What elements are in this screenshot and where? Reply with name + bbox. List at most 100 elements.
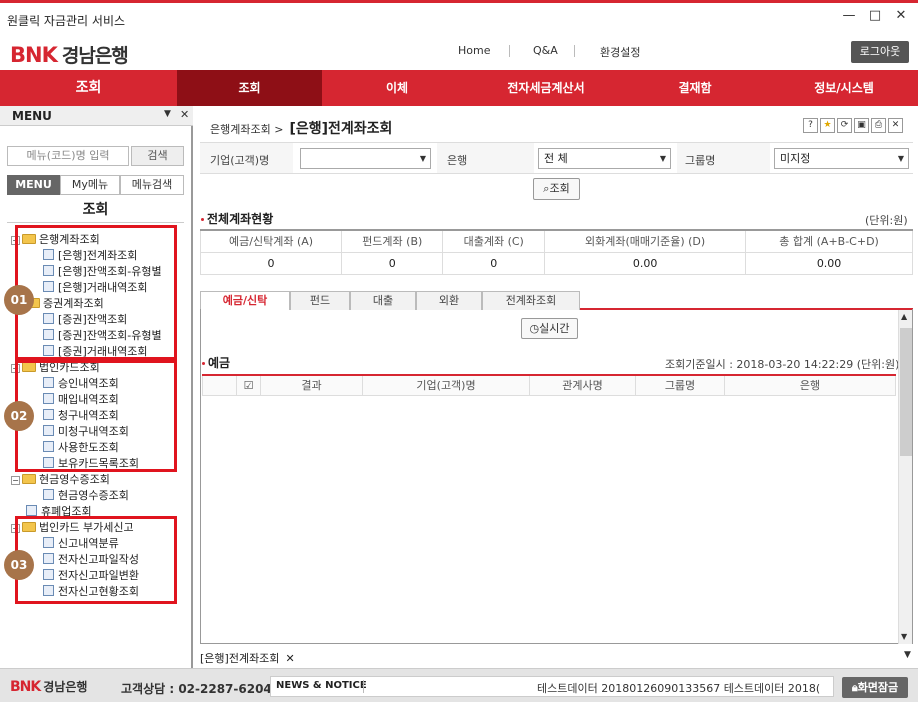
footer-logo: BNK 경남은행 [10, 678, 87, 695]
summary-value-deposit: 0 [199, 251, 343, 275]
home-link[interactable]: Home [458, 44, 490, 57]
breadcrumb: 은행계좌조회 > [은행]전계좌조회 [210, 118, 392, 138]
grid-header-row: ☑ 결과 기업(고객)명 관계사명 그룹명 은행 [202, 374, 896, 396]
divider [509, 45, 510, 57]
summary-col-fx: 외화계좌(매매기준율) (D) [544, 229, 747, 253]
close-button[interactable]: ✕ [890, 5, 912, 27]
document-icon [43, 489, 54, 500]
sidebar-header: MENU ▼ ✕ [0, 106, 193, 126]
tab-all-accounts[interactable]: 전계좌조회 [482, 291, 580, 310]
summary-col-fund: 펀드계좌 (B) [341, 229, 444, 253]
clock-icon: ◷ [529, 322, 540, 335]
grid-col-company: 기업(고객)명 [362, 374, 530, 396]
app-header: BNK 경남은행 Home Q&A 환경설정 로그아웃 [0, 34, 918, 70]
grid-col-group: 그룹명 [635, 374, 725, 396]
step-badge-01: 01 [4, 285, 34, 315]
deposit-title: 예금 [202, 354, 230, 371]
news-text[interactable]: 테스트데이터 20180126090133567 테스트데이터 2018( [537, 680, 831, 696]
nav-item-inquiry[interactable]: 조회 [177, 70, 322, 106]
tab-deposit-trust[interactable]: 예금/신탁 [200, 291, 290, 310]
news-ticker[interactable]: NEWS & NOTICE 테스트데이터 20180126090133567 테… [270, 676, 834, 697]
collapse-icon[interactable]: − [11, 476, 20, 485]
minimize-button[interactable]: — [838, 5, 860, 27]
scroll-thumb[interactable] [900, 328, 912, 456]
news-label: NEWS & NOTICE [276, 680, 367, 691]
main-nav: 조회 조회 이체 전자세금계산서 결재함 정보/시스템 [0, 70, 918, 106]
page-title: [은행]전계좌조회 [289, 121, 393, 137]
window-icon[interactable]: ▣ [854, 118, 869, 133]
summary-value-fund: 0 [341, 251, 444, 275]
qna-link[interactable]: Q&A [533, 44, 558, 57]
realtime-button[interactable]: ◷실시간 [521, 318, 578, 339]
open-page-tab-label: [은행]전계좌조회 [200, 652, 280, 665]
summary-col-deposit: 예금/신탁계좌 (A) [199, 229, 343, 253]
chevron-down-icon: ▼ [897, 154, 904, 163]
menu-search-button[interactable]: 검색 [131, 146, 184, 166]
brand-logo[interactable]: BNK 경남은행 [10, 41, 129, 68]
summary-value-total: 0.00 [745, 251, 913, 275]
menu-search-input[interactable]: 메뉴(코드)명 입력 [7, 146, 129, 166]
deposit-grid: ☑ 결과 기업(고객)명 관계사명 그룹명 은행 [202, 374, 896, 396]
company-select[interactable]: ▼ [300, 148, 431, 169]
maximize-button[interactable]: □ [864, 5, 886, 27]
tab-list-dropdown-icon[interactable]: ▼ [904, 650, 911, 660]
scroll-down-icon[interactable]: ▼ [901, 632, 907, 641]
dropdown-icon[interactable]: ▼ [164, 109, 171, 119]
tab-menu-search[interactable]: 메뉴검색 [120, 175, 184, 195]
tree-folder[interactable]: − 현금영수증조회 [11, 471, 110, 487]
divider [574, 45, 575, 57]
grid-col-affiliate: 관계사명 [529, 374, 636, 396]
chevron-down-icon: ▼ [419, 154, 426, 163]
close-page-icon[interactable]: ✕ [888, 118, 903, 133]
tab-my-menu[interactable]: My메뉴 [60, 175, 120, 195]
tab-menu[interactable]: MENU [7, 175, 60, 195]
highlight-box-01 [15, 225, 177, 360]
tab-fx[interactable]: 외환 [416, 291, 482, 310]
screen-lock-button[interactable]: 🔒︎화면잠금 [842, 677, 908, 698]
menu-section-title: 조회 [7, 197, 184, 223]
highlight-box-03 [15, 516, 177, 604]
filter-bar: 기업(고객)명 ▼ 은행 전 체 ▼ 그룹명 미지정 ▼ [200, 142, 913, 174]
tab-fund[interactable]: 펀드 [290, 291, 350, 310]
breadcrumb-parent[interactable]: 은행계좌조회 > [210, 123, 283, 136]
logout-button[interactable]: 로그아웃 [851, 41, 909, 63]
nav-item-info-system[interactable]: 정보/시스템 [770, 70, 918, 106]
nav-item-approval[interactable]: 결재함 [620, 70, 770, 106]
scroll-up-icon[interactable]: ▲ [901, 312, 907, 321]
summary-value-fx: 0.00 [544, 251, 747, 275]
refresh-icon[interactable]: ⟳ [837, 118, 852, 133]
close-icon[interactable]: ✕ [180, 108, 189, 121]
step-badge-03: 03 [4, 550, 34, 580]
nav-item-tax-invoice[interactable]: 전자세금계산서 [472, 70, 620, 106]
sidebar-title: MENU [12, 109, 52, 123]
document-icon [26, 505, 37, 516]
settings-link[interactable]: 환경설정 [600, 44, 640, 60]
summary-title: 전체계좌현황 [201, 210, 273, 227]
tab-loan[interactable]: 대출 [350, 291, 416, 310]
content-tabs: 예금/신탁 펀드 대출 외환 전계좌조회 [200, 291, 913, 310]
logo-en: BNK [10, 42, 58, 67]
sidebar: MENU ▼ ✕ 메뉴(코드)명 입력 검색 MENU My메뉴 메뉴검색 조회… [0, 106, 193, 668]
group-select[interactable]: 미지정 ▼ [774, 148, 909, 169]
help-icon[interactable]: ? [803, 118, 818, 133]
select-all-checkbox[interactable]: ☑ [236, 374, 261, 396]
group-label: 그룹명 [685, 154, 716, 167]
nav-home[interactable]: 조회 [0, 70, 177, 106]
footer-logo-en: BNK [10, 678, 41, 695]
close-tab-icon[interactable]: ✕ [285, 652, 294, 665]
open-page-tab[interactable]: [은행]전계좌조회 ✕ [200, 650, 310, 668]
summary-unit: (단위:원) [865, 214, 908, 227]
company-label: 기업(고객)명 [210, 154, 270, 167]
logo-kr: 경남은행 [61, 45, 129, 67]
base-time: 조회기준일시 : 2018-03-20 14:22:29 (단위:원) [665, 358, 900, 371]
bank-select[interactable]: 전 체 ▼ [538, 148, 671, 169]
main-content: 은행계좌조회 > [은행]전계좌조회 ? ★ ⟳ ▣ ⎙ ✕ 기업(고객)명 ▼ … [195, 106, 918, 668]
favorite-icon[interactable]: ★ [820, 118, 835, 133]
highlight-box-02 [15, 360, 177, 472]
vertical-scrollbar[interactable]: ▲ ▼ [898, 310, 912, 644]
print-icon[interactable]: ⎙ [871, 118, 886, 133]
summary-value-row: 0 0 0 0.00 0.00 [199, 251, 913, 275]
tree-item[interactable]: 현금영수증조회 [43, 487, 129, 503]
search-button[interactable]: ⌕조회 [533, 178, 580, 200]
nav-item-transfer[interactable]: 이체 [322, 70, 472, 106]
